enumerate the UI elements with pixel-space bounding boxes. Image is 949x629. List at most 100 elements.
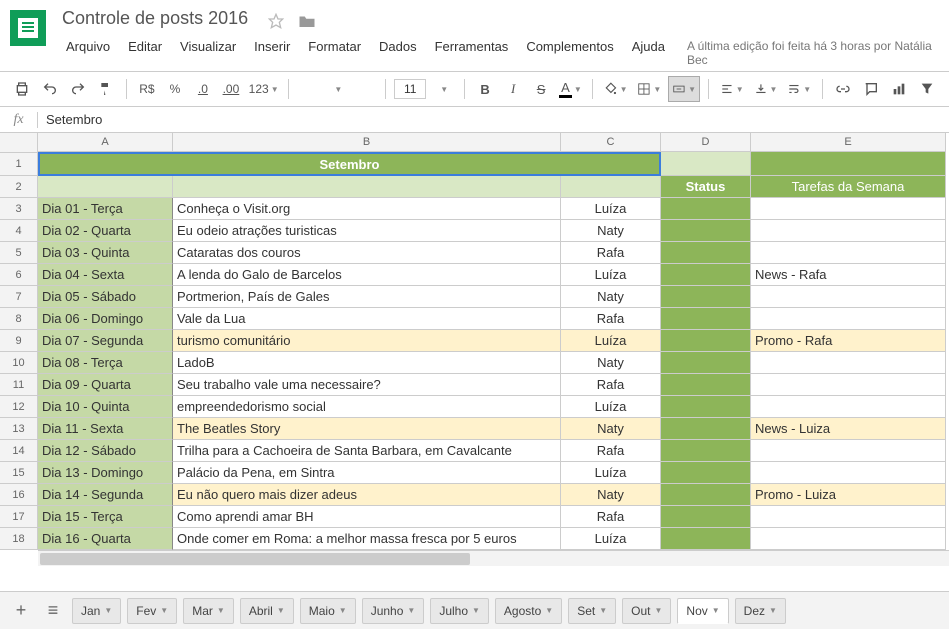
date-cell[interactable]: Dia 15 - Terça bbox=[38, 506, 173, 528]
text-color-button[interactable]: A▼ bbox=[557, 76, 584, 102]
owner-cell[interactable]: Luíza bbox=[561, 264, 661, 286]
menu-dados[interactable]: Dados bbox=[371, 35, 425, 71]
date-cell[interactable]: Dia 10 - Quinta bbox=[38, 396, 173, 418]
status-cell[interactable] bbox=[661, 352, 751, 374]
owner-cell[interactable]: Naty bbox=[561, 286, 661, 308]
row-header-15[interactable]: 15 bbox=[0, 462, 38, 484]
last-edit-info[interactable]: A última edição foi feita há 3 horas por… bbox=[687, 35, 939, 71]
tarefa-cell[interactable] bbox=[751, 198, 946, 220]
cell-C2[interactable] bbox=[561, 176, 661, 198]
sheet-tab-set[interactable]: Set ▼ bbox=[568, 598, 616, 624]
date-cell[interactable]: Dia 06 - Domingo bbox=[38, 308, 173, 330]
tab-dropdown-icon[interactable]: ▼ bbox=[407, 606, 415, 615]
font-size-input[interactable]: 11 bbox=[394, 79, 426, 99]
insert-link-icon[interactable] bbox=[831, 76, 855, 102]
cell-B2[interactable] bbox=[173, 176, 561, 198]
menu-inserir[interactable]: Inserir bbox=[246, 35, 298, 71]
owner-cell[interactable]: Naty bbox=[561, 418, 661, 440]
all-sheets-button[interactable]: ≡ bbox=[40, 598, 66, 624]
menu-formatar[interactable]: Formatar bbox=[300, 35, 369, 71]
font-size-dropdown[interactable]: ▼ bbox=[432, 76, 456, 102]
tarefa-cell[interactable] bbox=[751, 220, 946, 242]
insert-chart-icon[interactable] bbox=[887, 76, 911, 102]
sheet-tab-fev[interactable]: Fev ▼ bbox=[127, 598, 177, 624]
fill-color-button[interactable]: ▼ bbox=[601, 76, 631, 102]
font-family-dropdown[interactable]: ▼ bbox=[297, 76, 377, 102]
menu-ajuda[interactable]: Ajuda bbox=[624, 35, 673, 71]
row-header-4[interactable]: 4 bbox=[0, 220, 38, 242]
column-header-C[interactable]: C bbox=[561, 133, 661, 151]
status-cell[interactable] bbox=[661, 396, 751, 418]
owner-cell[interactable]: Rafa bbox=[561, 242, 661, 264]
row-header-12[interactable]: 12 bbox=[0, 396, 38, 418]
owner-cell[interactable]: Luíza bbox=[561, 396, 661, 418]
add-sheet-button[interactable]: + bbox=[8, 598, 34, 624]
date-cell[interactable]: Dia 12 - Sábado bbox=[38, 440, 173, 462]
status-cell[interactable] bbox=[661, 506, 751, 528]
tarefa-cell[interactable]: News - Rafa bbox=[751, 264, 946, 286]
select-all-corner[interactable] bbox=[0, 133, 38, 153]
horizontal-scrollbar[interactable] bbox=[38, 550, 949, 566]
borders-button[interactable]: ▼ bbox=[634, 76, 664, 102]
sheet-tab-maio[interactable]: Maio ▼ bbox=[300, 598, 356, 624]
status-cell[interactable] bbox=[661, 198, 751, 220]
row-header-16[interactable]: 16 bbox=[0, 484, 38, 506]
column-header-B[interactable]: B bbox=[173, 133, 561, 151]
row-header-7[interactable]: 7 bbox=[0, 286, 38, 308]
tab-dropdown-icon[interactable]: ▼ bbox=[160, 606, 168, 615]
date-cell[interactable]: Dia 08 - Terça bbox=[38, 352, 173, 374]
column-header-E[interactable]: E bbox=[751, 133, 946, 151]
cell-A2[interactable] bbox=[38, 176, 173, 198]
content-cell[interactable]: Portmerion, País de Gales bbox=[173, 286, 561, 308]
paint-format-icon[interactable] bbox=[94, 76, 118, 102]
content-cell[interactable]: Eu odeio atrações turisticas bbox=[173, 220, 561, 242]
date-cell[interactable]: Dia 05 - Sábado bbox=[38, 286, 173, 308]
status-cell[interactable] bbox=[661, 330, 751, 352]
row-header-18[interactable]: 18 bbox=[0, 528, 38, 550]
sheet-tab-abril[interactable]: Abril ▼ bbox=[240, 598, 294, 624]
tarefa-cell[interactable] bbox=[751, 352, 946, 374]
filter-icon[interactable] bbox=[915, 76, 939, 102]
sheet-tab-julho[interactable]: Julho ▼ bbox=[430, 598, 489, 624]
horizontal-align-button[interactable]: ▼ bbox=[717, 76, 747, 102]
percent-button[interactable]: % bbox=[163, 76, 187, 102]
status-cell[interactable] bbox=[661, 440, 751, 462]
status-cell[interactable] bbox=[661, 528, 751, 550]
row-header-10[interactable]: 10 bbox=[0, 352, 38, 374]
tarefa-cell[interactable] bbox=[751, 440, 946, 462]
number-format-button[interactable]: 123▼ bbox=[247, 76, 280, 102]
increase-decimal-button[interactable]: .00 bbox=[219, 76, 243, 102]
column-header-D[interactable]: D bbox=[661, 133, 751, 151]
content-cell[interactable]: turismo comunitário bbox=[173, 330, 561, 352]
content-cell[interactable]: The Beatles Story bbox=[173, 418, 561, 440]
sheet-tab-mar[interactable]: Mar ▼ bbox=[183, 598, 234, 624]
tarefa-cell[interactable] bbox=[751, 374, 946, 396]
owner-cell[interactable]: Rafa bbox=[561, 440, 661, 462]
owner-cell[interactable]: Naty bbox=[561, 352, 661, 374]
tab-dropdown-icon[interactable]: ▼ bbox=[599, 606, 607, 615]
menu-visualizar[interactable]: Visualizar bbox=[172, 35, 244, 71]
row-header-6[interactable]: 6 bbox=[0, 264, 38, 286]
cell-D1[interactable] bbox=[661, 152, 751, 176]
sheet-tab-dez[interactable]: Dez ▼ bbox=[735, 598, 786, 624]
content-cell[interactable]: Conheça o Visit.org bbox=[173, 198, 561, 220]
content-cell[interactable]: Cataratas dos couros bbox=[173, 242, 561, 264]
merge-cells-button[interactable]: ▼ bbox=[668, 76, 700, 102]
date-cell[interactable]: Dia 04 - Sexta bbox=[38, 264, 173, 286]
date-cell[interactable]: Dia 01 - Terça bbox=[38, 198, 173, 220]
column-header-A[interactable]: A bbox=[38, 133, 173, 151]
row-header-8[interactable]: 8 bbox=[0, 308, 38, 330]
menu-complementos[interactable]: Complementos bbox=[518, 35, 621, 71]
row-header-11[interactable]: 11 bbox=[0, 374, 38, 396]
insert-comment-icon[interactable] bbox=[859, 76, 883, 102]
content-cell[interactable]: Trilha para a Cachoeira de Santa Barbara… bbox=[173, 440, 561, 462]
print-icon[interactable] bbox=[10, 76, 34, 102]
content-cell[interactable]: Palácio da Pena, em Sintra bbox=[173, 462, 561, 484]
owner-cell[interactable]: Rafa bbox=[561, 506, 661, 528]
row-header-14[interactable]: 14 bbox=[0, 440, 38, 462]
date-cell[interactable]: Dia 16 - Quarta bbox=[38, 528, 173, 550]
vertical-align-button[interactable]: ▼ bbox=[751, 76, 781, 102]
tarefa-cell[interactable] bbox=[751, 462, 946, 484]
sheet-tab-agosto[interactable]: Agosto ▼ bbox=[495, 598, 562, 624]
date-cell[interactable]: Dia 11 - Sexta bbox=[38, 418, 173, 440]
